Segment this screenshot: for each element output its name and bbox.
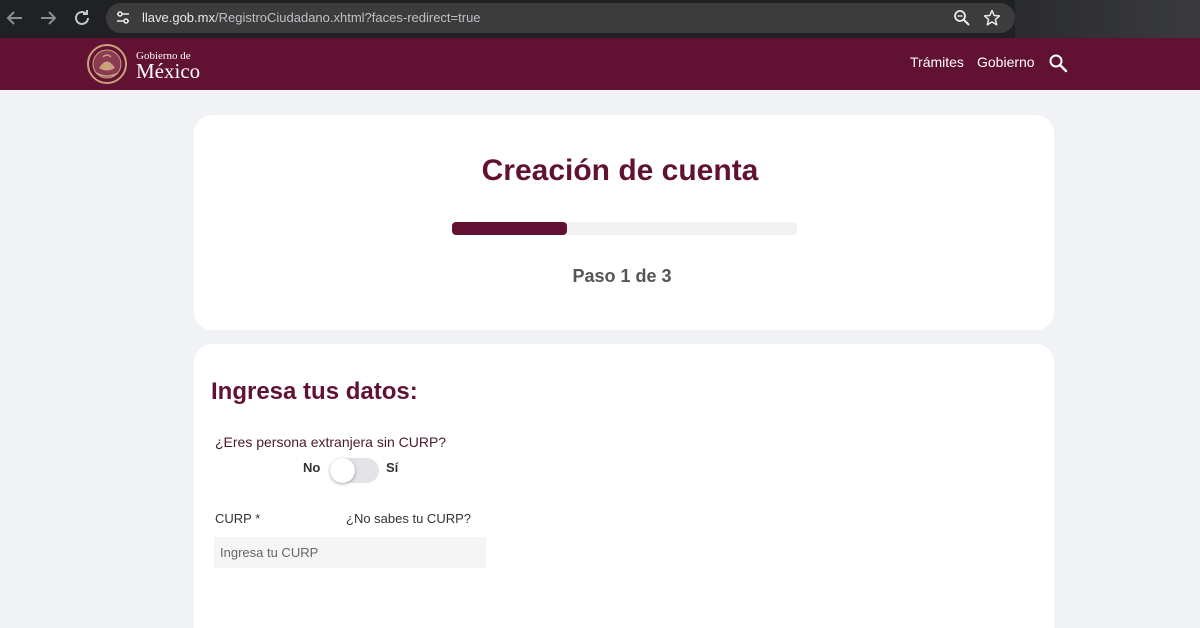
curp-label: CURP * xyxy=(215,511,261,526)
site-settings-icon[interactable] xyxy=(115,10,131,26)
form-heading: Ingresa tus datos: xyxy=(211,378,418,405)
reload-icon[interactable] xyxy=(70,6,94,30)
step-indicator: Paso 1 de 3 xyxy=(572,266,672,286)
toggle-label-no: No xyxy=(303,460,321,475)
address-bar[interactable]: llave.gob.mx/RegistroCiudadano.xhtml?fac… xyxy=(106,3,1015,33)
zoom-icon[interactable] xyxy=(953,9,971,27)
progress-bar-fill xyxy=(452,222,567,235)
url-text[interactable]: llave.gob.mx/RegistroCiudadano.xhtml?fac… xyxy=(142,3,481,33)
toolbar-extension-area xyxy=(1015,0,1200,38)
toggle-knob[interactable] xyxy=(330,458,355,483)
url-host: llave.gob.mx xyxy=(142,10,215,25)
nav-link-tramites[interactable]: Trámites xyxy=(910,53,964,71)
nav-link-gobierno[interactable]: Gobierno xyxy=(977,53,1035,71)
url-path: /RegistroCiudadano.xhtml?faces-redirect=… xyxy=(214,10,481,25)
bookmark-star-icon[interactable] xyxy=(983,9,1001,27)
search-icon[interactable] xyxy=(1048,53,1068,73)
forward-arrow-icon[interactable] xyxy=(36,6,60,30)
coat-of-arms-icon[interactable] xyxy=(86,43,128,85)
foreigner-toggle[interactable] xyxy=(330,458,379,483)
page-title: Creación de cuenta xyxy=(481,154,759,187)
foreigner-question-label: ¿Eres persona extranjera sin CURP? xyxy=(215,434,447,450)
curp-input[interactable] xyxy=(214,537,486,568)
progress-bar xyxy=(452,222,797,235)
curp-help-link[interactable]: ¿No sabes tu CURP? xyxy=(346,511,471,526)
back-arrow-icon[interactable] xyxy=(3,6,27,30)
logo-text-big[interactable]: México xyxy=(136,59,200,83)
browser-toolbar: llave.gob.mx/RegistroCiudadano.xhtml?fac… xyxy=(0,0,1200,38)
gov-header: Gobierno de México Trámites Gobierno xyxy=(0,38,1200,90)
toggle-label-si: Sí xyxy=(386,460,399,475)
